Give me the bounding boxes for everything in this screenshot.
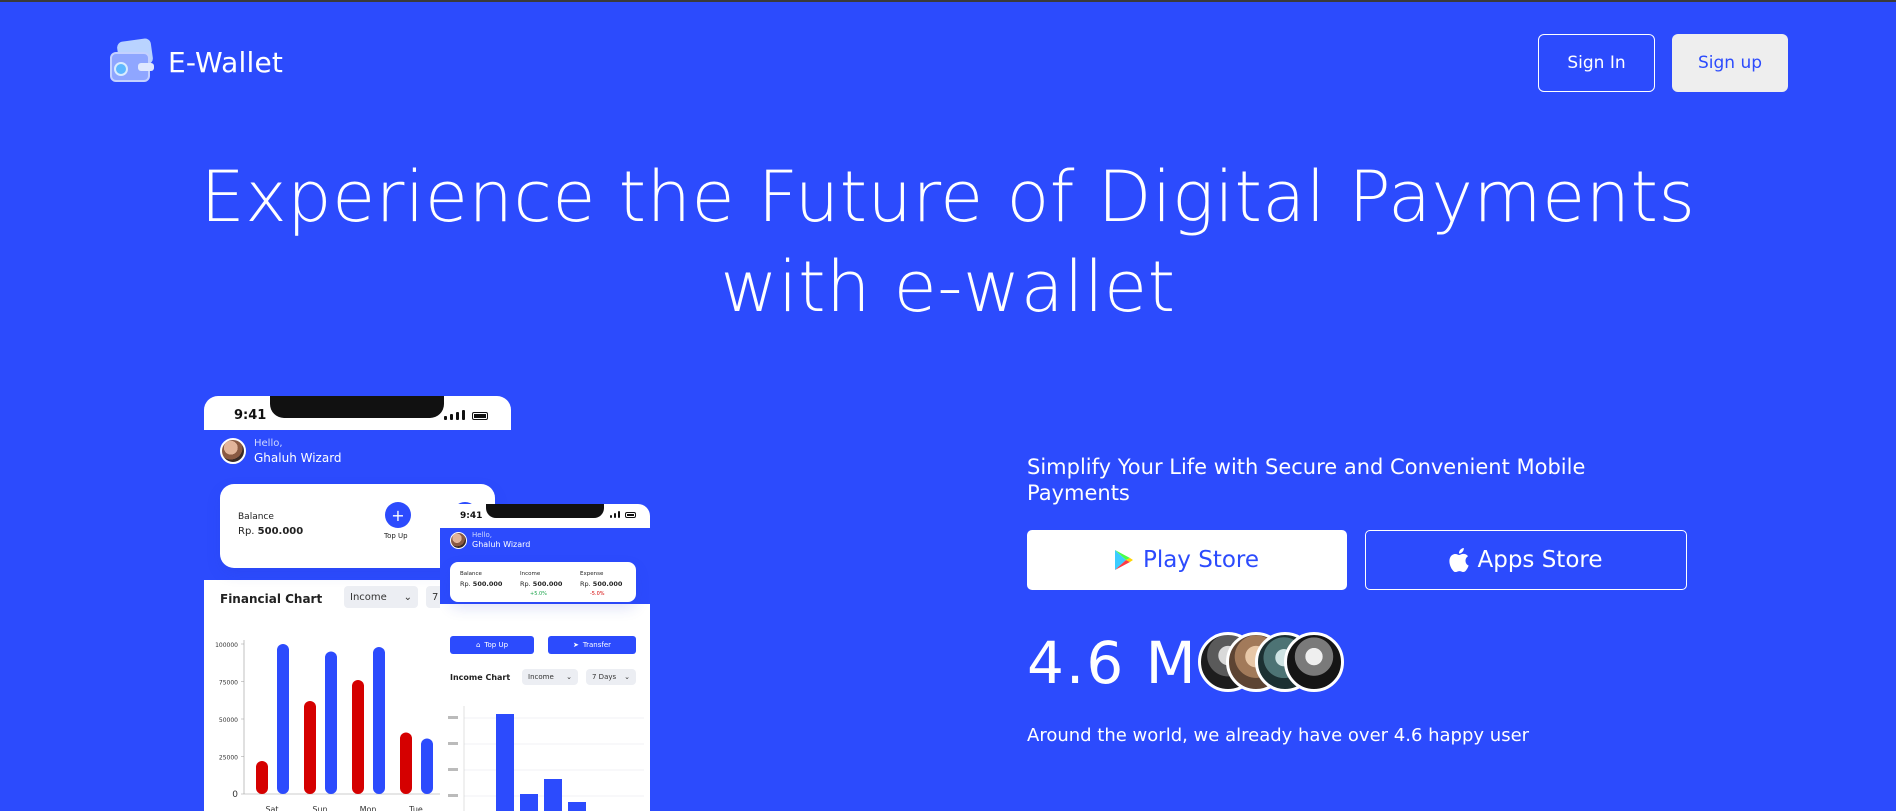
x-tick-label: Sun <box>312 805 327 811</box>
chart-bar <box>421 738 433 794</box>
x-tick-label: Mon <box>360 805 377 811</box>
apps-store-label: Apps Store <box>1477 547 1603 573</box>
chart-bar <box>400 732 412 794</box>
balance-amount: Rp. 500.000 <box>238 526 304 537</box>
y-tick-label: 0 <box>232 790 238 800</box>
hero-title-line-2: with e-wallet <box>720 246 1176 328</box>
chart-period-select[interactable]: 7 Days ⌄ <box>586 669 636 685</box>
status-time: 9:41 <box>234 408 267 423</box>
y-tick-label <box>448 716 458 719</box>
stat-balance-value: Rp. 500.000 <box>460 580 503 588</box>
y-tick-label <box>448 794 458 797</box>
stat-expense-change: -5.0% <box>590 591 605 597</box>
user-name: Ghaluh Wizard <box>254 451 342 465</box>
status-icons <box>610 511 636 518</box>
chart-bar <box>496 714 514 811</box>
y-tick-label: 25000 <box>219 755 238 762</box>
chart-bar <box>304 701 316 794</box>
apps-store-button[interactable]: Apps Store <box>1365 530 1687 590</box>
y-tick-label: 100000 <box>215 642 238 649</box>
stat-income-change: +5.0% <box>530 591 547 597</box>
send-icon: ➤ <box>572 641 579 649</box>
chart-bar <box>256 761 268 794</box>
stat-expense-value: Rp. 500.000 <box>580 580 623 588</box>
play-store-icon <box>1114 550 1133 570</box>
chevron-down-icon: ⌄ <box>624 673 630 681</box>
user-avatars <box>1198 632 1346 694</box>
play-store-label: Play Store <box>1142 547 1260 573</box>
sign-in-button[interactable]: Sign In <box>1538 34 1655 92</box>
stats-card: Balance Rp. 500.000 Income Rp. 500.000 +… <box>450 562 636 602</box>
stat-income-label: Income <box>520 571 541 577</box>
brand-name: E-Wallet <box>168 45 284 79</box>
hero-title-line-1: Experience the Future of Digital Payment… <box>200 156 1696 238</box>
chart-bar <box>277 644 289 794</box>
chart-filter-select[interactable]: Income ⌄ <box>522 669 578 685</box>
stat-balance-label: Balance <box>460 571 482 577</box>
phone-notch <box>486 504 604 518</box>
status-time: 9:41 <box>460 511 483 521</box>
phone-mockup-secondary: 9:41 Hello, Ghaluh Wizard Balance Rp. 50… <box>440 504 650 811</box>
chevron-down-icon: ⌄ <box>566 673 572 681</box>
x-tick-label: Tue <box>408 805 423 811</box>
greeting: Hello, <box>472 531 492 539</box>
top-up-label: Top Up <box>384 532 408 540</box>
tagline: Simplify Your Life with Secure and Conve… <box>1027 455 1586 505</box>
income-chart <box>448 706 644 811</box>
avatar <box>220 438 246 464</box>
balance-label: Balance <box>238 512 274 522</box>
sign-up-button[interactable]: Sign up <box>1672 34 1788 92</box>
y-tick-label: 75000 <box>219 680 238 687</box>
top-up-button[interactable]: + <box>385 502 411 528</box>
avatar <box>450 532 467 549</box>
user-count-caption: Around the world, we already have over 4… <box>1027 725 1530 746</box>
avatar <box>1284 632 1344 692</box>
chart-bar <box>520 794 538 811</box>
chart-title: Income Chart <box>450 673 511 682</box>
chart-bar <box>352 680 364 794</box>
stat-income-value: Rp. 500.000 <box>520 580 563 588</box>
hero-title: Experience the Future of Digital Payment… <box>0 152 1896 332</box>
stat-expense-label: Expense <box>580 571 604 577</box>
play-store-button[interactable]: Play Store <box>1027 530 1347 590</box>
status-icons <box>444 410 488 420</box>
top-up-button[interactable]: ⌂ Top Up <box>450 636 534 654</box>
chart-filter-select[interactable]: Income ⌄ <box>344 586 418 608</box>
chevron-down-icon: ⌄ <box>403 591 412 603</box>
greeting: Hello, <box>254 438 283 449</box>
transfer-button[interactable]: ➤ Transfer <box>548 636 636 654</box>
home-icon: ⌂ <box>475 641 481 649</box>
user-count: 4.6 M <box>1027 629 1198 697</box>
y-tick-label <box>448 742 458 745</box>
phone-notch <box>270 396 444 418</box>
y-tick-label <box>448 768 458 771</box>
wallet-icon <box>108 37 154 84</box>
user-name: Ghaluh Wizard <box>472 540 531 549</box>
apple-icon <box>1449 548 1470 572</box>
chart-bar <box>373 647 385 794</box>
brand-logo[interactable]: E-Wallet <box>108 37 284 84</box>
y-tick-label: 50000 <box>219 717 238 724</box>
chart-bar <box>544 779 562 811</box>
chart-bar <box>325 651 337 794</box>
chart-title: Financial Chart <box>220 592 323 606</box>
x-tick-label: Sat <box>265 805 278 811</box>
chart-bar <box>568 802 586 811</box>
